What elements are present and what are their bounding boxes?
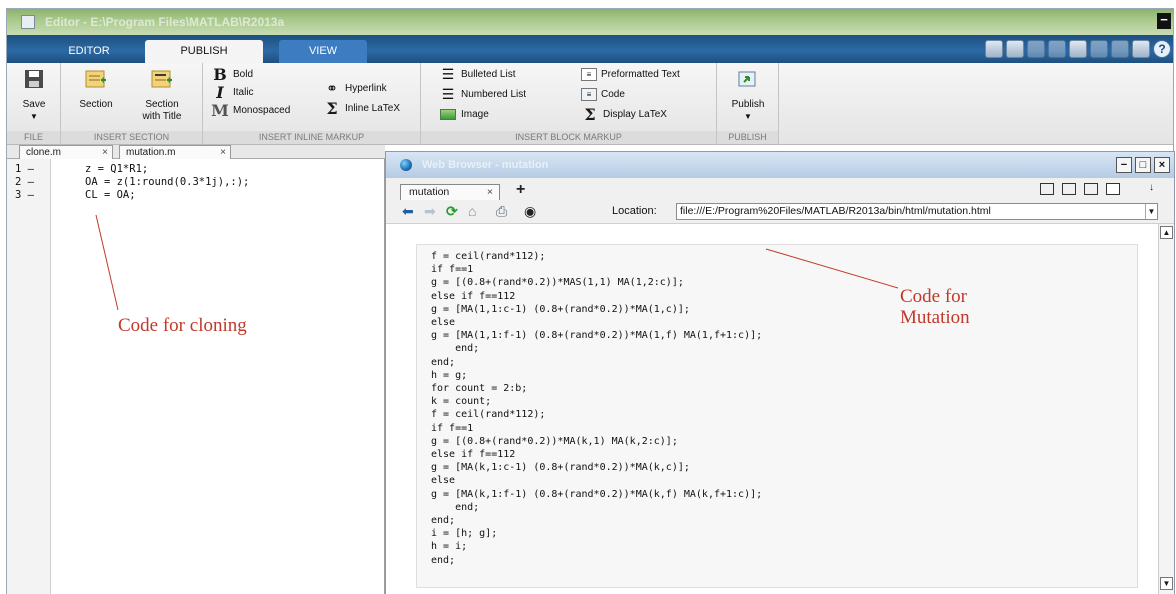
annotation-mutation-line2: Mutation (900, 307, 970, 328)
annotation-mutation-line1: Code for (900, 286, 968, 307)
annotation-cloning: Code for cloning (118, 315, 247, 336)
annotation-arrows (95, 214, 899, 311)
mutation-arrow (765, 248, 899, 289)
cloning-arrow (95, 214, 119, 311)
